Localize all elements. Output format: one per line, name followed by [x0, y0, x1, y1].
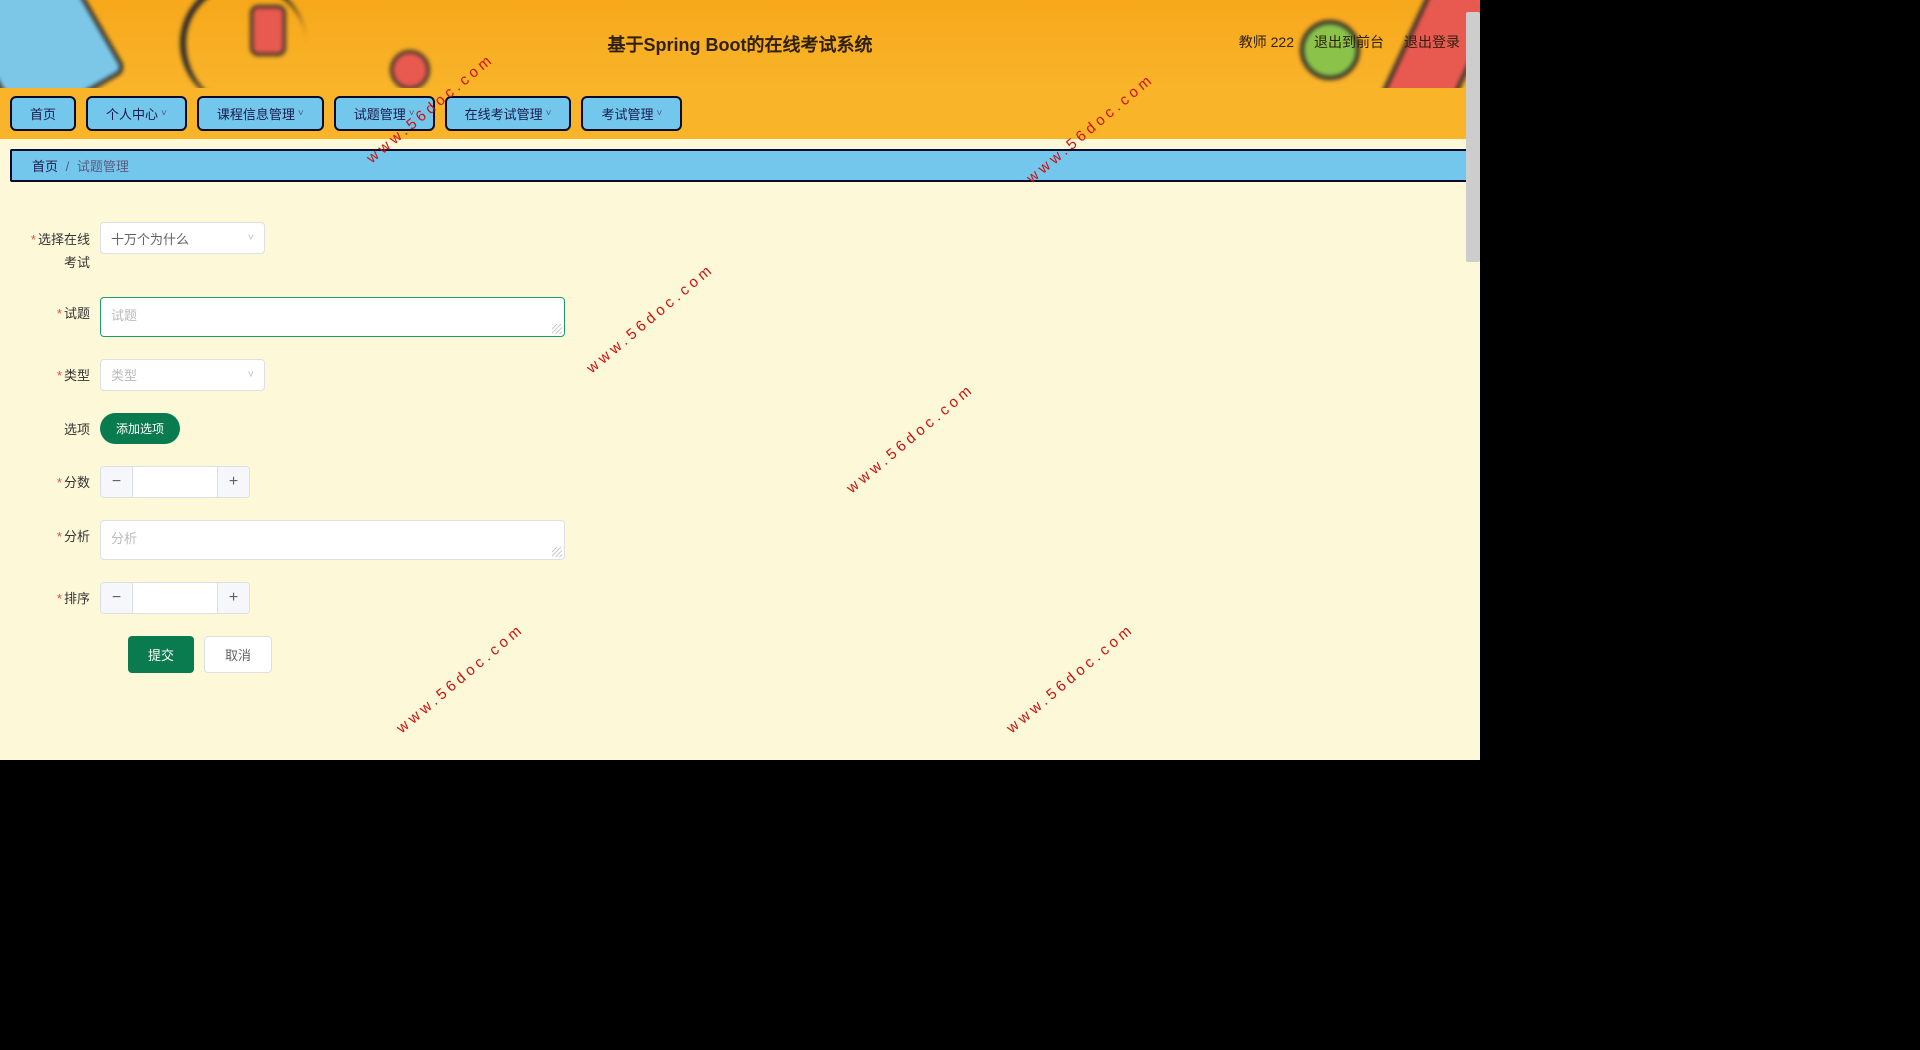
- nav-label: 在线考试管理: [465, 104, 543, 123]
- label-score: *分数: [20, 466, 100, 491]
- placeholder: 分析: [111, 531, 137, 546]
- header-right: 教师 222 退出到前台 退出登录: [1239, 32, 1460, 52]
- row-analysis: *分析 分析: [20, 520, 1460, 560]
- nav-label: 试题管理: [354, 104, 406, 123]
- form-container: *选择在线考试 十万个为什么 ˅ *试题 试题 *类型 类型 ˅: [0, 192, 1480, 725]
- row-score: *分数 − +: [20, 466, 1460, 498]
- minus-icon[interactable]: −: [101, 583, 133, 613]
- select-value: 十万个为什么: [111, 229, 189, 248]
- user-label[interactable]: 教师 222: [1239, 32, 1294, 52]
- chevron-down-icon: ˅: [248, 232, 254, 244]
- label-options: 选项: [20, 413, 100, 438]
- scrollbar[interactable]: [1466, 12, 1480, 262]
- nav-bar: 首页 个人中心 ˅ 课程信息管理 ˅ 试题管理 ˅ 在线考试管理 ˅ 考试管理 …: [0, 88, 1480, 139]
- analysis-input[interactable]: 分析: [100, 520, 565, 560]
- cancel-button[interactable]: 取消: [204, 636, 272, 673]
- nav-label: 首页: [30, 104, 56, 123]
- breadcrumb-sep: /: [66, 159, 70, 174]
- nav-label: 考试管理: [601, 104, 653, 123]
- row-options: 选项 添加选项: [20, 413, 1460, 444]
- nav-exam-mgmt[interactable]: 考试管理 ˅: [581, 96, 682, 131]
- nav-home[interactable]: 首页: [10, 96, 76, 131]
- resize-handle-icon[interactable]: [552, 547, 562, 557]
- score-stepper[interactable]: − +: [100, 466, 250, 498]
- type-select[interactable]: 类型 ˅: [100, 359, 265, 391]
- action-row: 提交 取消: [100, 636, 272, 673]
- chevron-down-icon: ˅: [248, 369, 254, 381]
- app-frame: 基于Spring Boot的在线考试系统 教师 222 退出到前台 退出登录 首…: [0, 0, 1480, 760]
- header-deco-book-icon: [0, 0, 127, 88]
- nav-online-exam-mgmt[interactable]: 在线考试管理 ˅: [445, 96, 572, 131]
- nav-personal-center[interactable]: 个人中心 ˅: [86, 96, 187, 131]
- plus-icon[interactable]: +: [217, 583, 249, 613]
- row-actions: 提交 取消: [20, 636, 1460, 673]
- breadcrumb-current: 试题管理: [77, 159, 129, 174]
- breadcrumb-wrap: 首页 / 试题管理: [0, 139, 1480, 192]
- placeholder: 试题: [111, 308, 137, 323]
- label-sort: *排序: [20, 582, 100, 607]
- chevron-down-icon: ˅: [409, 108, 415, 119]
- nav-course-info[interactable]: 课程信息管理 ˅: [197, 96, 324, 131]
- plus-icon[interactable]: +: [217, 467, 249, 497]
- nav-label: 个人中心: [106, 104, 158, 123]
- minus-icon[interactable]: −: [101, 467, 133, 497]
- logout-link[interactable]: 退出登录: [1404, 32, 1460, 52]
- submit-button[interactable]: 提交: [128, 636, 194, 673]
- exit-to-front-link[interactable]: 退出到前台: [1314, 32, 1384, 52]
- nav-question-mgmt[interactable]: 试题管理 ˅: [334, 96, 435, 131]
- select-exam[interactable]: 十万个为什么 ˅: [100, 222, 265, 254]
- label-analysis: *分析: [20, 520, 100, 545]
- label-type: *类型: [20, 359, 100, 384]
- breadcrumb-home[interactable]: 首页: [32, 159, 58, 174]
- chevron-down-icon: ˅: [161, 108, 167, 119]
- header-deco-earphone-icon: [160, 0, 320, 88]
- resize-handle-icon[interactable]: [552, 324, 562, 334]
- row-question: *试题 试题: [20, 297, 1460, 337]
- question-input[interactable]: 试题: [100, 297, 565, 337]
- header-deco-dot-icon: [390, 50, 430, 88]
- label-question: *试题: [20, 297, 100, 322]
- chevron-down-icon: ˅: [656, 108, 662, 119]
- placeholder: 类型: [111, 365, 137, 384]
- label-select-exam: *选择在线考试: [20, 222, 100, 275]
- row-sort: *排序 − +: [20, 582, 1460, 614]
- page-title: 基于Spring Boot的在线考试系统: [608, 31, 873, 57]
- row-type: *类型 类型 ˅: [20, 359, 1460, 391]
- header: 基于Spring Boot的在线考试系统 教师 222 退出到前台 退出登录: [0, 0, 1480, 88]
- chevron-down-icon: ˅: [298, 108, 304, 119]
- sort-stepper[interactable]: − +: [100, 582, 250, 614]
- nav-label: 课程信息管理: [217, 104, 295, 123]
- row-select-exam: *选择在线考试 十万个为什么 ˅: [20, 222, 1460, 275]
- add-option-button[interactable]: 添加选项: [100, 413, 180, 444]
- breadcrumb: 首页 / 试题管理: [10, 149, 1470, 182]
- chevron-down-icon: ˅: [546, 108, 552, 119]
